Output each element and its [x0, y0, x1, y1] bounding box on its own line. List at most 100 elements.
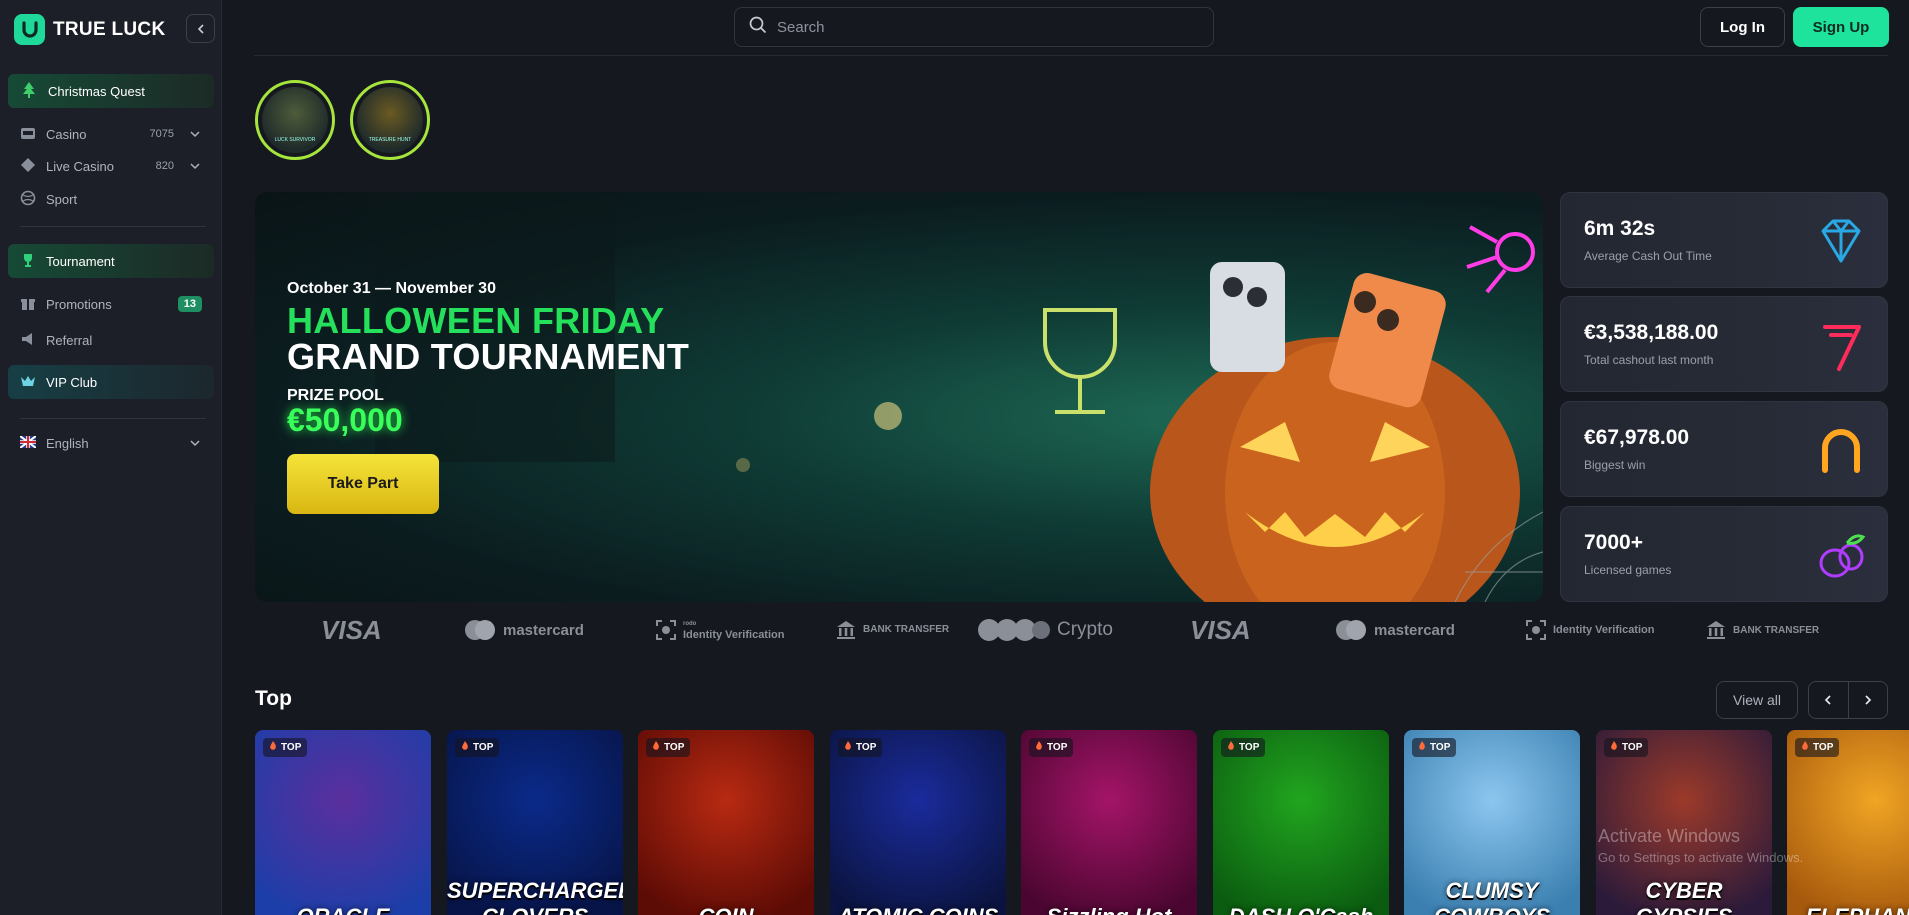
- sidebar-item-promotions[interactable]: Promotions 13: [8, 287, 214, 321]
- stat-value: €67,978.00: [1584, 426, 1690, 449]
- flame-icon: [844, 741, 852, 754]
- game-title: DASH O'Cash: [1213, 904, 1389, 915]
- collapse-sidebar-button[interactable]: [186, 14, 215, 43]
- game-title: COIN: [638, 904, 814, 915]
- chevron-down-icon[interactable]: [190, 127, 200, 142]
- crypto-label: Crypto: [1057, 619, 1113, 640]
- mastercard-icon: [465, 620, 495, 640]
- sidebar-item-label: Promotions: [46, 296, 112, 312]
- chevron-down-icon[interactable]: [190, 436, 200, 451]
- search-input[interactable]: Search: [734, 7, 1214, 47]
- banner-date: October 31 — November 30: [287, 280, 496, 297]
- take-part-button[interactable]: Take Part: [287, 454, 439, 514]
- top-badge: TOP: [646, 738, 691, 757]
- sidebar-item-label: VIP Club: [46, 374, 98, 390]
- trophy-icon: [20, 252, 36, 271]
- game-title: CYBER GYPSIES: [1636, 878, 1733, 915]
- sidebar: TRUE LUCK Christmas Quest Casino 7075 Li…: [0, 0, 222, 915]
- game-card[interactable]: TOP ORACLE: [255, 730, 431, 915]
- sidebar-item-casino[interactable]: Casino 7075: [8, 117, 214, 151]
- sidebar-item-sport[interactable]: Sport: [8, 182, 214, 216]
- game-title: ELEPHANT'S: [1787, 904, 1909, 915]
- sign-up-button[interactable]: Sign Up: [1793, 7, 1889, 47]
- flame-icon: [1035, 741, 1043, 754]
- sidebar-item-tournament[interactable]: Tournament: [8, 244, 214, 278]
- story-item[interactable]: LUCK SURVIVOR: [255, 80, 335, 160]
- face-scan-icon: [656, 620, 676, 640]
- carousel-next-button[interactable]: [1847, 682, 1888, 718]
- stat-card: €67,978.00 Biggest win: [1560, 401, 1888, 497]
- game-card[interactable]: TOP SUPERCHARGED CLOVERS: [447, 730, 623, 915]
- sidebar-item-live-casino[interactable]: Live Casino 820: [8, 149, 214, 183]
- story-thumbnail: LUCK SURVIVOR: [262, 87, 328, 153]
- face-scan-icon: [1526, 620, 1546, 640]
- ball-icon: [20, 190, 36, 209]
- megaphone-icon: [20, 331, 36, 350]
- uk-flag-icon: [19, 434, 37, 451]
- prize-pool-value: €50,000: [287, 402, 403, 438]
- chevron-left-icon: [1825, 695, 1831, 705]
- plum-icon: [1819, 534, 1866, 578]
- top-badge: TOP: [838, 738, 883, 757]
- top-badge: TOP: [455, 738, 500, 757]
- top-badge: TOP: [1029, 738, 1074, 757]
- top-badge: TOP: [1604, 738, 1649, 757]
- chevron-down-icon[interactable]: [190, 159, 200, 174]
- sidebar-item-christmas-quest[interactable]: Christmas Quest: [8, 74, 214, 108]
- game-card[interactable]: TOP DASH O'Cash: [1213, 730, 1389, 915]
- game-card[interactable]: TOP ELEPHANT'S: [1787, 730, 1909, 915]
- top-badge: TOP: [263, 738, 308, 757]
- identity-verification-label: Identity Verification: [683, 629, 785, 641]
- story-item[interactable]: TREASURE HUNT: [350, 80, 430, 160]
- stat-card: €3,538,188.00 Total cashout last month: [1560, 296, 1888, 392]
- game-title: CLUMSY COWBOYS: [1434, 878, 1550, 915]
- live-casino-count: 820: [155, 160, 174, 172]
- stat-value: €3,538,188.00: [1584, 321, 1719, 344]
- seven-icon: [1823, 325, 1861, 371]
- slot-machine-icon: [20, 125, 36, 144]
- language-selector[interactable]: English: [8, 426, 214, 460]
- horseshoe-icon: [1822, 429, 1860, 473]
- windows-activate-title: Activate Windows: [1598, 826, 1741, 846]
- bank-icon: [837, 621, 855, 639]
- carousel-arrows: [1808, 681, 1888, 719]
- sidebar-divider: [20, 418, 206, 419]
- mastercard-logo: mastercard: [463, 616, 584, 644]
- sidebar-item-referral[interactable]: Referral: [8, 323, 214, 357]
- horseshoe-logo-icon: [14, 14, 45, 45]
- visa-logo: VISA: [321, 614, 382, 645]
- stat-value: 7000+: [1584, 531, 1643, 554]
- search-placeholder: Search: [777, 18, 825, 36]
- crypto-coins-icon: [978, 619, 1050, 641]
- carousel-prev-button[interactable]: [1809, 682, 1848, 718]
- game-card[interactable]: TOP CLUMSY COWBOYS: [1404, 730, 1580, 915]
- payment-methods-strip: VISA mastercard rodo Identity Verificati…: [255, 610, 1889, 650]
- section-title-top: Top: [255, 687, 292, 710]
- language-label: English: [46, 435, 89, 451]
- game-card[interactable]: TOP ATOMIC COINS: [830, 730, 1006, 915]
- game-card[interactable]: TOP COIN: [638, 730, 814, 915]
- log-in-button[interactable]: Log In: [1700, 7, 1785, 47]
- game-card[interactable]: TOP CYBER GYPSIES: [1596, 730, 1772, 915]
- sidebar-item-label: Referral: [46, 332, 93, 348]
- top-badge: TOP: [1221, 738, 1266, 757]
- identity-verification-logo: Identity Verification: [1525, 616, 1654, 644]
- stat-card: 6m 32s Average Cash Out Time: [1560, 192, 1888, 288]
- stat-label: Total cashout last month: [1584, 353, 1714, 367]
- game-card[interactable]: TOP Sizzling Hot: [1021, 730, 1197, 915]
- promo-banner[interactable]: October 31 — November 30 HALLOWEEN FRIDA…: [255, 192, 1543, 602]
- game-title: ATOMIC COINS: [830, 904, 1006, 915]
- stat-card: 7000+ Licensed games: [1560, 506, 1888, 602]
- tree-icon: [20, 81, 38, 102]
- mastercard-label: mastercard: [1374, 621, 1455, 639]
- view-all-button[interactable]: View all: [1716, 681, 1798, 719]
- flame-icon: [1801, 741, 1809, 754]
- visa-logo: VISA: [1190, 614, 1251, 645]
- banner-title-line2: GRAND TOURNAMENT: [287, 336, 690, 377]
- sidebar-item-vip-club[interactable]: VIP Club: [8, 365, 214, 399]
- game-title: ORACLE: [255, 904, 431, 915]
- sidebar-item-label: Casino: [46, 126, 87, 142]
- logo[interactable]: TRUE LUCK: [14, 14, 165, 45]
- header-divider: [254, 55, 1888, 56]
- stat-label: Biggest win: [1584, 458, 1646, 472]
